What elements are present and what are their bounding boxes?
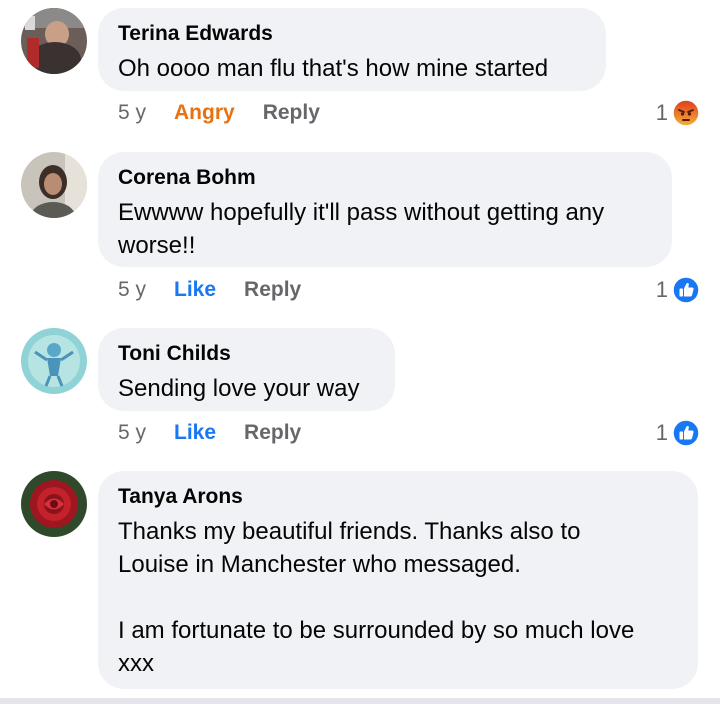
angry-icon	[672, 99, 700, 127]
react-button[interactable]: Angry	[174, 101, 235, 125]
comment-author[interactable]: Corena Bohm	[118, 166, 652, 190]
bottom-divider	[0, 698, 720, 704]
like-button[interactable]: Like	[174, 421, 216, 445]
comment-author[interactable]: Terina Edwards	[118, 22, 586, 46]
comment-text: Ewwww hopefully it'll pass without getti…	[118, 199, 605, 259]
reaction-count[interactable]: 1	[656, 98, 700, 128]
comment-text: Thanks my beautiful friends. Thanks also…	[118, 518, 635, 677]
like-icon	[672, 276, 700, 304]
reaction-count-number: 1	[655, 420, 668, 445]
comment-timestamp[interactable]: 5 y	[118, 101, 146, 125]
like-icon	[672, 419, 700, 447]
comment-bubble: Corena Bohm Ewwww hopefully it'll pass w…	[98, 152, 672, 267]
comment-timestamp[interactable]: 5 y	[118, 278, 146, 302]
avatar-photo	[21, 8, 87, 74]
comment-actions: 5 y Angry Reply	[118, 98, 320, 128]
comment-text: Oh oooo man flu that's how mine started	[118, 55, 549, 82]
avatar-photo	[21, 328, 87, 394]
reply-button[interactable]: Reply	[244, 278, 301, 302]
avatar[interactable]	[21, 328, 87, 394]
comment-actions: 5 y Like Reply	[118, 418, 301, 448]
reaction-count[interactable]: 1	[656, 275, 700, 305]
avatar[interactable]	[21, 152, 87, 218]
comment-bubble: Toni Childs Sending love your way	[98, 328, 395, 411]
comment-bubble: Tanya Arons Thanks my beautiful friends.…	[98, 471, 698, 689]
avatar-photo	[21, 471, 87, 537]
comment-author[interactable]: Toni Childs	[118, 342, 375, 366]
reply-button[interactable]: Reply	[244, 421, 301, 445]
comment-timestamp[interactable]: 5 y	[118, 421, 146, 445]
reply-button[interactable]: Reply	[263, 101, 320, 125]
comment-text: Sending love your way	[118, 375, 360, 402]
avatar[interactable]	[21, 471, 87, 537]
reaction-count-number: 1	[655, 277, 668, 302]
comment-author[interactable]: Tanya Arons	[118, 485, 678, 509]
comment-actions: 5 y Like Reply	[118, 275, 301, 305]
reaction-count[interactable]: 1	[656, 418, 700, 448]
like-button[interactable]: Like	[174, 278, 216, 302]
avatar-photo	[21, 152, 87, 218]
comment-bubble: Terina Edwards Oh oooo man flu that's ho…	[98, 8, 606, 91]
comment-thread: Terina Edwards Oh oooo man flu that's ho…	[0, 0, 720, 704]
reaction-count-number: 1	[655, 100, 668, 125]
avatar[interactable]	[21, 8, 87, 74]
